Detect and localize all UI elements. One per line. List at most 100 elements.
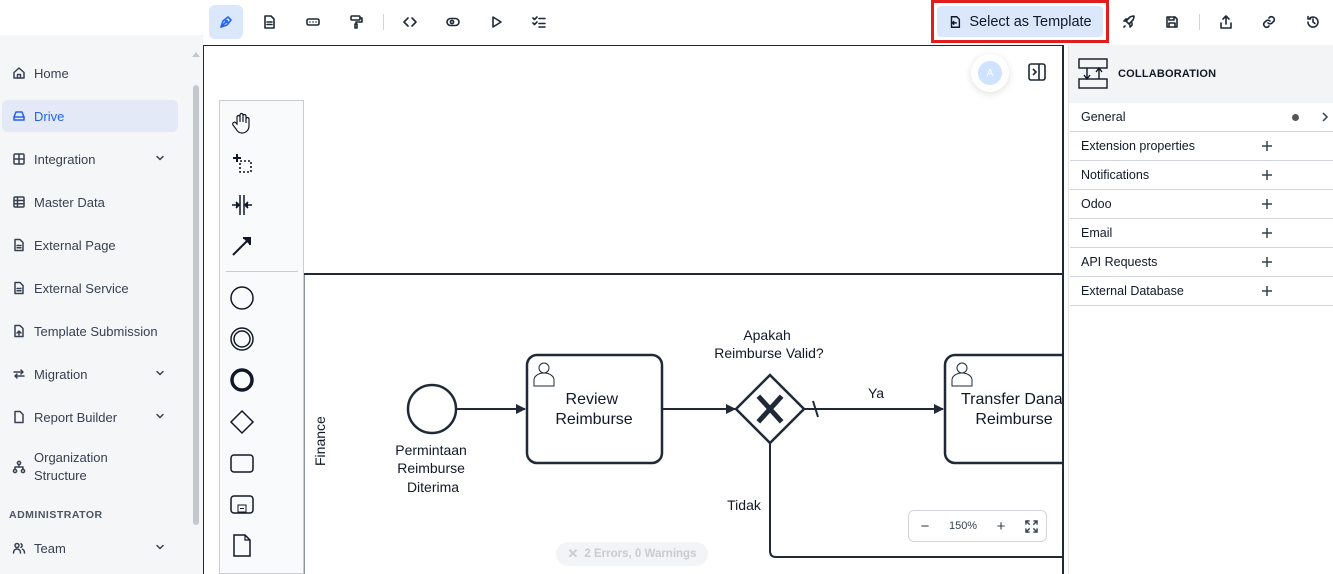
copy-link-button[interactable] xyxy=(1252,5,1286,39)
create-start-event[interactable] xyxy=(228,284,256,312)
sidebar-item-migration[interactable]: Migration xyxy=(2,358,178,390)
sidebar-item-drive[interactable]: Drive xyxy=(2,100,178,132)
sidebar-item-label: Home xyxy=(34,65,69,81)
sidebar-toggle-icon xyxy=(1028,63,1046,81)
code-icon xyxy=(403,17,417,27)
group-label: Odoo xyxy=(1081,197,1112,211)
create-end-event[interactable] xyxy=(228,366,256,394)
rocket-icon xyxy=(1123,15,1135,28)
sidebar-item-report-builder[interactable]: Report Builder xyxy=(2,401,178,433)
plus-icon[interactable] xyxy=(1260,168,1274,182)
task-icon xyxy=(230,454,254,473)
properties-panel: COLLABORATION General Extension properti… xyxy=(1068,45,1333,574)
validation-status[interactable]: ✕ 2 Errors, 0 Warnings xyxy=(556,542,708,566)
form-tool-button[interactable] xyxy=(296,5,330,39)
lasso-select-icon xyxy=(233,154,252,173)
create-subprocess[interactable] xyxy=(228,490,256,518)
create-intermediate-event[interactable] xyxy=(228,325,256,353)
zoom-in-button[interactable]: + xyxy=(993,518,1009,535)
connect-tool[interactable] xyxy=(228,232,256,260)
exclusive-gateway[interactable] xyxy=(734,373,806,445)
preview-tool-button[interactable] xyxy=(436,5,470,39)
save-icon xyxy=(1166,16,1178,28)
sidebar-item-organization-structure[interactable]: Organization Structure xyxy=(2,444,178,490)
avatar-initial: A xyxy=(978,61,1002,85)
sidebar-item-home[interactable]: Home xyxy=(2,57,178,89)
sidebar-item-label: External Page xyxy=(34,237,116,253)
chevron-down-icon xyxy=(156,413,164,419)
properties-panel-toggle[interactable] xyxy=(1027,62,1047,82)
users-icon xyxy=(12,542,26,554)
lasso-tool[interactable] xyxy=(228,149,256,177)
user-task-review[interactable] xyxy=(525,353,664,465)
file-template-icon xyxy=(951,15,961,28)
bpmn-diagram: Finance Permintaan Reimburse Diterima Re… xyxy=(303,273,1064,574)
group-odoo[interactable]: Odoo xyxy=(1070,190,1333,219)
sidebar-item-label: Team xyxy=(34,540,66,556)
palette-divider xyxy=(226,271,298,272)
bpmn-canvas[interactable]: Finance Permintaan Reimburse Diterima Re… xyxy=(203,45,1064,574)
lane-label: Finance xyxy=(312,416,328,466)
chevron-down-icon xyxy=(156,155,164,161)
hand-tool[interactable] xyxy=(228,109,256,137)
sidebar-item-external-service[interactable]: External Service xyxy=(2,272,178,304)
scroll-up-arrow[interactable] xyxy=(192,52,200,57)
group-notifications[interactable]: Notifications xyxy=(1070,161,1333,190)
group-general[interactable]: General xyxy=(1070,103,1333,132)
zoom-out-button[interactable]: − xyxy=(917,518,933,535)
deploy-button[interactable] xyxy=(1112,5,1146,39)
start-event-label-line3: Diterima xyxy=(407,479,459,495)
task2-label-line2: Reimburse xyxy=(975,411,1052,428)
sidebar-item-master-data[interactable]: Master Data xyxy=(2,186,178,218)
run-tool-button[interactable] xyxy=(479,5,513,39)
validation-text: 2 Errors, 0 Warnings xyxy=(584,548,697,560)
space-tool[interactable] xyxy=(228,191,256,219)
style-tool-button[interactable] xyxy=(339,5,373,39)
data-object-icon xyxy=(233,534,251,557)
gateway-label-line1: Apakah xyxy=(743,327,790,343)
plus-icon[interactable] xyxy=(1260,284,1274,298)
group-external-database[interactable]: External Database xyxy=(1070,277,1333,306)
drive-icon xyxy=(13,111,25,121)
group-api-requests[interactable]: API Requests xyxy=(1070,248,1333,277)
chevron-down-icon xyxy=(156,370,164,376)
select-as-template-button[interactable]: Select as Template xyxy=(931,0,1109,43)
start-event-label-line2: Reimburse xyxy=(397,460,465,476)
home-icon xyxy=(13,67,25,79)
create-data-object[interactable] xyxy=(228,531,256,559)
user-task-transfer[interactable] xyxy=(943,353,1064,465)
plus-icon[interactable] xyxy=(1260,226,1274,240)
gateway-label-line2: Reimburse Valid? xyxy=(714,345,824,361)
plus-icon[interactable] xyxy=(1260,139,1274,153)
sidebar-item-template-submission[interactable]: Template Submission xyxy=(2,315,178,347)
sidebar-item-label: Template Submission xyxy=(34,323,158,339)
sidebar-item-team[interactable]: Team xyxy=(2,532,178,564)
save-button[interactable] xyxy=(1155,5,1189,39)
code-tool-button[interactable] xyxy=(393,5,427,39)
sidebar-item-external-page[interactable]: External Page xyxy=(2,229,178,261)
group-label: Notifications xyxy=(1081,168,1150,182)
checklist-tool-button[interactable] xyxy=(522,5,556,39)
swap-icon xyxy=(13,369,25,379)
history-button[interactable] xyxy=(1296,5,1330,39)
plus-icon[interactable] xyxy=(1260,255,1274,269)
document-tool-button[interactable] xyxy=(252,5,286,39)
sidebar-item-label: Organization Structure xyxy=(34,450,108,483)
group-extension-properties[interactable]: Extension properties xyxy=(1070,132,1333,161)
sidebar-item-integration[interactable]: Integration xyxy=(2,143,178,175)
modeler-tool-button[interactable] xyxy=(209,5,243,39)
chevron-down-icon xyxy=(156,544,164,550)
create-task[interactable] xyxy=(228,449,256,477)
group-email[interactable]: Email xyxy=(1070,219,1333,248)
pen-icon xyxy=(220,16,232,28)
app-window: Select as Template Home Drive Integratio… xyxy=(0,0,1333,574)
share-button[interactable] xyxy=(1209,5,1243,39)
fit-screen-icon[interactable] xyxy=(1025,519,1038,533)
plus-icon[interactable] xyxy=(1260,197,1274,211)
sidebar-scrollbar[interactable] xyxy=(193,85,199,525)
collaborator-avatar[interactable]: A xyxy=(971,54,1009,92)
end-event-icon xyxy=(230,368,254,392)
start-event[interactable] xyxy=(406,383,458,435)
task2-label-line1: Transfer Dana xyxy=(961,391,1063,408)
create-gateway[interactable] xyxy=(228,408,256,436)
